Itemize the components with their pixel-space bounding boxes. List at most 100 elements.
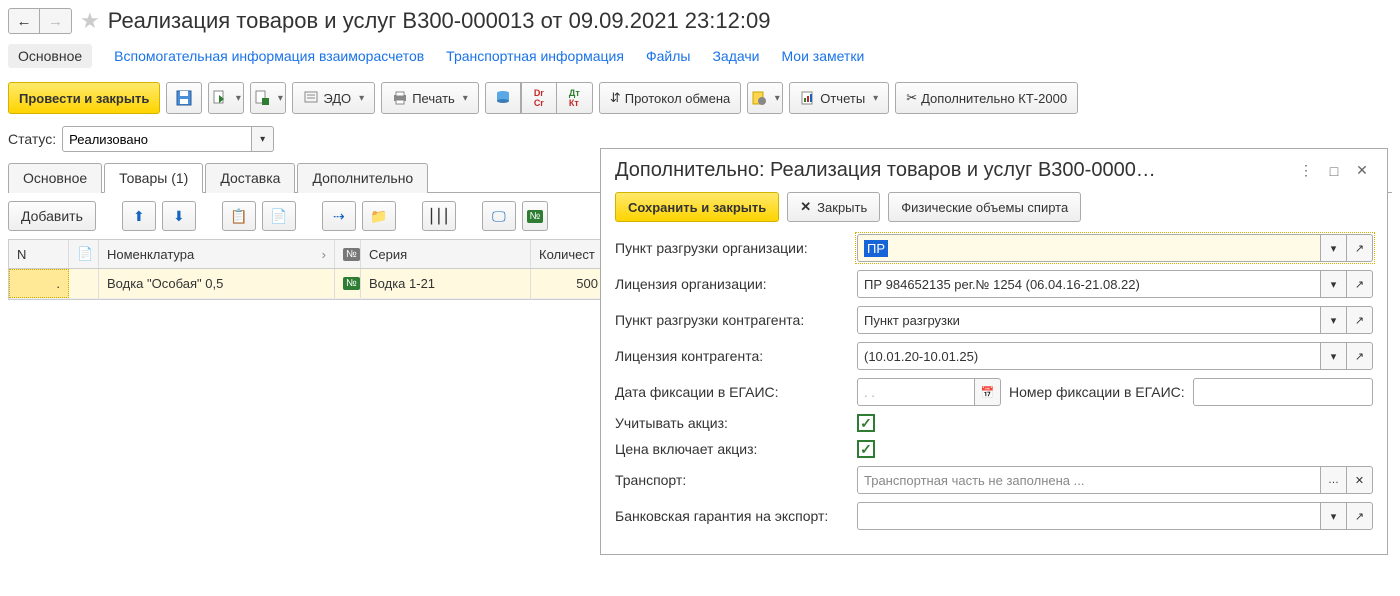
cell-flag[interactable] [69, 269, 99, 298]
print-button[interactable]: Печать [381, 82, 479, 114]
tab-main-link[interactable]: Основное [8, 44, 92, 68]
tab-files-link[interactable]: Файлы [646, 48, 690, 64]
tab-dopolnitelno[interactable]: Дополнительно [297, 163, 428, 193]
f2-input-wrap[interactable]: ПР 984652135 рег.№ 1254 (06.04.16-21.08.… [857, 270, 1373, 298]
f8-input[interactable]: Транспортная часть не заполнена ... [857, 466, 1321, 494]
f3-dropdown[interactable]: ▾ [1321, 306, 1347, 334]
table-row[interactable]: . Водка "Особая" 0,5 № Водка 1-21 500 [9, 269, 607, 299]
gear-doc-icon [751, 90, 767, 106]
f5b-input[interactable] [1193, 378, 1373, 406]
f7-checkbox[interactable]: ✓ [857, 440, 875, 458]
maximize-icon: □ [1330, 163, 1338, 179]
status-select[interactable]: ▾ [62, 126, 274, 152]
tab-notes-link[interactable]: Мои заметки [781, 48, 864, 64]
f4-input[interactable]: (10.01.20-10.01.25) [857, 342, 1321, 370]
f3-input[interactable]: Пункт разгрузки [857, 306, 1321, 334]
f3-open[interactable]: ↗ [1347, 306, 1373, 334]
phys-vol-button[interactable]: Физические объемы спирта [888, 192, 1081, 222]
f5-calendar[interactable]: 📅 [975, 378, 1001, 406]
f1-dropdown[interactable]: ▾ [1321, 234, 1347, 262]
cell-qty[interactable]: 500 [531, 269, 607, 298]
check-icon: ✓ [860, 441, 872, 458]
ext-kt-button[interactable]: ✂Дополнительно КТ-2000 [895, 82, 1078, 114]
post-button[interactable] [208, 82, 244, 114]
post-and-close-button[interactable]: Провести и закрыть [8, 82, 160, 114]
close-button[interactable]: ✕Закрыть [787, 192, 880, 222]
f8-label: Транспорт: [615, 472, 849, 488]
f2-open[interactable]: ↗ [1347, 270, 1373, 298]
col-n[interactable]: N [9, 240, 69, 268]
f9-input-wrap[interactable]: ▾ ↗ [857, 502, 1373, 530]
tab-aux-link[interactable]: Вспомогательная информация взаиморасчето… [114, 48, 424, 64]
f6-checkbox[interactable]: ✓ [857, 414, 875, 432]
f5-input-wrap[interactable]: . . 📅 [857, 378, 1001, 406]
f9-open[interactable]: ↗ [1347, 502, 1373, 530]
f9-label: Банковская гарантия на экспорт: [615, 508, 849, 524]
additional-panel: Дополнительно: Реализация товаров и услу… [600, 148, 1388, 555]
screen-button[interactable]: 🖵 [482, 201, 516, 231]
doc-icon: 📄 [77, 246, 93, 262]
barcode-button[interactable]: ⎮⎮⎮ [422, 201, 456, 231]
tab-dostavka[interactable]: Доставка [205, 163, 295, 193]
add-button[interactable]: Добавить [8, 201, 96, 231]
drcr-button[interactable]: DrCr [521, 82, 557, 114]
f1-input-wrap[interactable]: ПР ▾ ↗ [857, 234, 1373, 262]
copy-button[interactable]: 📋 [222, 201, 256, 231]
structure-button[interactable] [485, 82, 521, 114]
f9-input[interactable] [857, 502, 1321, 530]
cell-nomenclature[interactable]: Водка "Особая" 0,5 [99, 269, 335, 298]
f4-input-wrap[interactable]: (10.01.20-10.01.25) ▾ ↗ [857, 342, 1373, 370]
tab-tovary[interactable]: Товары (1) [104, 163, 203, 193]
reports-button[interactable]: Отчеты [789, 82, 889, 114]
attach-button[interactable] [747, 82, 783, 114]
cell-numflag[interactable]: № [335, 269, 361, 298]
star-icon[interactable]: ★ [80, 8, 100, 34]
tab-osnovnoe[interactable]: Основное [8, 163, 102, 193]
f1-open[interactable]: ↗ [1347, 234, 1373, 262]
create-based-button[interactable] [250, 82, 286, 114]
f5b-input-wrap[interactable] [1193, 378, 1373, 406]
edo-button[interactable]: ЭДО [292, 82, 375, 114]
f8-clear[interactable]: ✕ [1347, 466, 1373, 494]
cell-n[interactable]: . [9, 269, 69, 298]
col-flag[interactable]: 📄 [69, 240, 99, 268]
col-series[interactable]: Серия [361, 240, 531, 268]
protocol-button[interactable]: ⇵Протокол обмена [599, 82, 741, 114]
col-nomenclature[interactable]: Номенклатура› [99, 240, 335, 268]
move-up-button[interactable]: ⬆ [122, 201, 156, 231]
maximize-button[interactable]: □ [1323, 160, 1345, 182]
col-qty[interactable]: Количест [531, 240, 607, 268]
f2-input[interactable]: ПР 984652135 рег.№ 1254 (06.04.16-21.08.… [857, 270, 1321, 298]
status-input[interactable] [62, 126, 252, 152]
f1-input[interactable]: ПР [857, 234, 1321, 262]
more-button[interactable]: ⋮ [1295, 160, 1317, 182]
f3-input-wrap[interactable]: Пункт разгрузки ▾ ↗ [857, 306, 1373, 334]
move-down-button[interactable]: ⬇ [162, 201, 196, 231]
cell-series[interactable]: Водка 1-21 [361, 269, 531, 298]
tab-transport-link[interactable]: Транспортная информация [446, 48, 624, 64]
back-button[interactable]: ← [8, 8, 40, 34]
num-button[interactable]: № [522, 201, 548, 231]
f5-input[interactable]: . . [857, 378, 975, 406]
doc-green-icon [254, 90, 270, 106]
f4-open[interactable]: ↗ [1347, 342, 1373, 370]
dtkt-button[interactable]: ДтКт [557, 82, 593, 114]
paste-button[interactable]: 📄 [262, 201, 296, 231]
check-icon: ✓ [860, 415, 872, 432]
save-button[interactable] [166, 82, 202, 114]
f8-ellipsis[interactable]: … [1321, 466, 1347, 494]
status-dropdown-button[interactable]: ▾ [252, 126, 274, 152]
folder-button[interactable]: 📁 [362, 201, 396, 231]
f9-dropdown[interactable]: ▾ [1321, 502, 1347, 530]
close-panel-button[interactable]: ✕ [1351, 160, 1373, 182]
col-numflag[interactable]: № [335, 240, 361, 268]
f8-input-wrap[interactable]: Транспортная часть не заполнена ... … ✕ [857, 466, 1373, 494]
arrow-down-icon: ⬇ [173, 208, 185, 225]
tab-tasks-link[interactable]: Задачи [712, 48, 759, 64]
f2-dropdown[interactable]: ▾ [1321, 270, 1347, 298]
f4-dropdown[interactable]: ▾ [1321, 342, 1347, 370]
fill-button[interactable]: ⇢ [322, 201, 356, 231]
dkdt-group: DrCr ДтКт [485, 82, 593, 114]
save-close-button[interactable]: Сохранить и закрыть [615, 192, 779, 222]
forward-button[interactable]: → [40, 8, 72, 34]
